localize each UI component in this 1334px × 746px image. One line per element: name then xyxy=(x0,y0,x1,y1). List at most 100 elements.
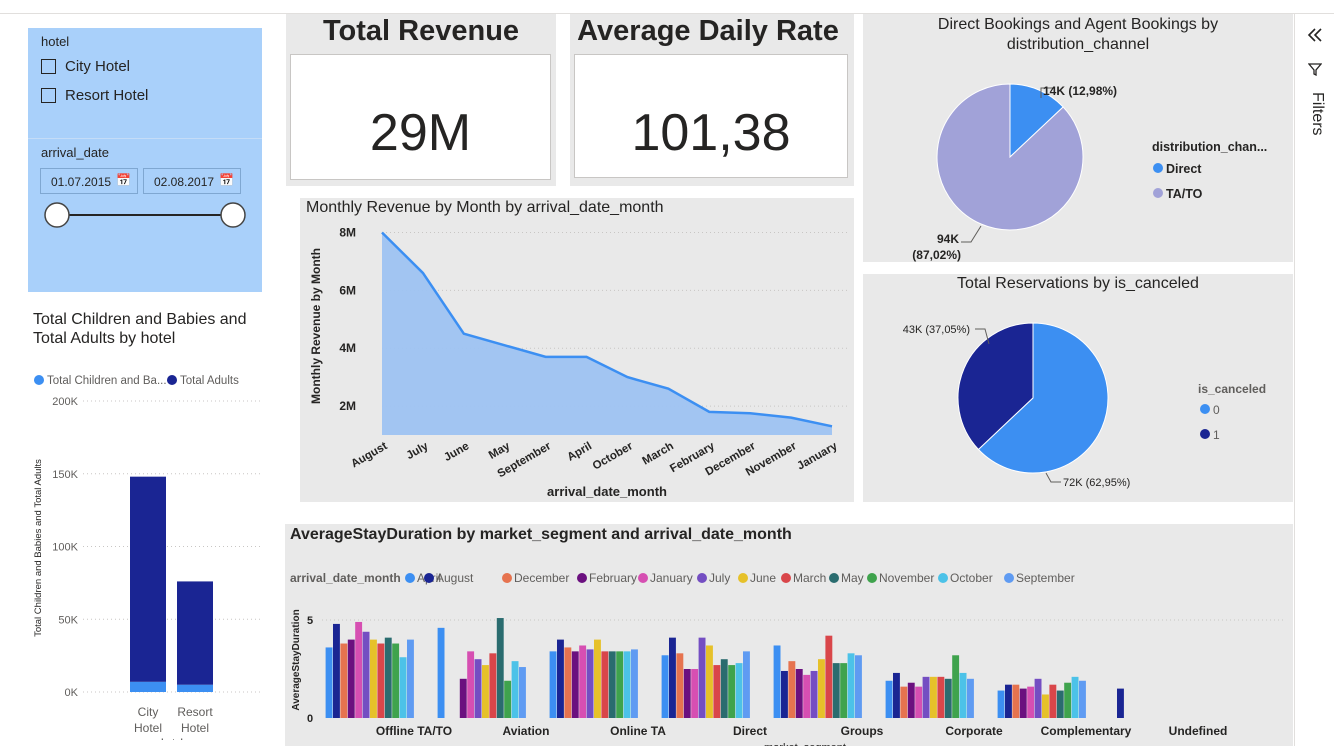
bar-offline-ta-to-november xyxy=(392,643,400,718)
legend-marker xyxy=(167,375,177,385)
distribution-channel-chart: Direct Bookings and Agent Bookings by di… xyxy=(863,14,1293,262)
option-city-hotel-label[interactable]: City Hotel xyxy=(65,58,130,75)
legend-marker xyxy=(405,573,415,583)
average-daily-rate-value: 101,38 xyxy=(631,104,791,162)
bar-direct-july xyxy=(698,637,706,718)
x-tick-label: Online TA xyxy=(610,724,666,738)
x-tick-label: April xyxy=(565,440,594,463)
y-tick-label: 2M xyxy=(339,399,356,413)
bar-online-ta-april xyxy=(549,651,557,718)
avg-stay-svg: arrival_date_monthAprilAugustDecemberFeb… xyxy=(290,571,1285,746)
start-date-input[interactable]: 01.07.2015 📅 xyxy=(40,168,138,194)
bar-complementary-january xyxy=(1027,686,1035,718)
filters-pane[interactable]: Filters xyxy=(1294,14,1334,746)
report-canvas: hotel City Hotel Resort Hotel arrival_da… xyxy=(0,14,1294,746)
bar-complementary-april xyxy=(997,690,1005,718)
x-tick-label: Corporate xyxy=(945,724,1003,738)
bar-complementary-march xyxy=(1049,684,1057,718)
bar-corporate-august xyxy=(893,672,900,718)
distribution-channel-svg: 14K (12,98%) 94K (87,02%) distribution_chan… xyxy=(912,83,1267,262)
bar-online-ta-september xyxy=(631,649,638,718)
bar-aviation-november xyxy=(504,680,512,718)
bar-aviation-july xyxy=(474,659,482,718)
y-tick-label: 100K xyxy=(52,542,78,554)
legend-label: May xyxy=(841,571,864,585)
bar-groups-march xyxy=(825,635,833,718)
legend-label: September xyxy=(1016,571,1075,585)
legend-label: August xyxy=(436,571,474,585)
average-daily-rate-box: 101,38 xyxy=(574,54,848,178)
bar-aviation-january xyxy=(467,651,475,718)
x-tick-label: City xyxy=(138,705,159,719)
calendar-icon[interactable]: 📅 xyxy=(219,173,234,187)
legend-marker xyxy=(424,573,434,583)
children-adults-svg: Total Children and Ba... Total Adults 0K 50… xyxy=(33,375,260,740)
slice-label-0: 72K (62,95%) xyxy=(1063,477,1130,489)
bar-online-ta-july xyxy=(586,649,594,718)
bar-groups-december xyxy=(788,661,796,718)
legend-marker xyxy=(1153,188,1163,198)
legend-label: TA/TO xyxy=(1166,187,1203,201)
monthly-revenue-svg: 2M4M6M8MAugust July June MaySeptember AprilO… xyxy=(309,225,848,499)
bar-aviation-may xyxy=(496,618,504,718)
funnel-icon[interactable] xyxy=(1308,62,1322,76)
x-tick-label: Groups xyxy=(841,724,884,738)
bar-online-ta-february xyxy=(571,651,579,718)
is-canceled-chart: Total Reservations by is_canceled 43K (3… xyxy=(863,274,1293,502)
x-axis-label: arrival_date_month xyxy=(547,484,667,499)
y-axis-label: Total Children and Babies and Total Adul… xyxy=(33,459,44,637)
x-tick-label: Resort xyxy=(177,705,213,719)
bar-direct-october xyxy=(735,663,743,718)
checkbox-resort-hotel[interactable] xyxy=(41,88,56,103)
bar-corporate-december xyxy=(900,686,908,718)
bar-aviation-june xyxy=(482,665,489,718)
double-chevron-left-icon[interactable] xyxy=(1306,26,1324,44)
legend-marker xyxy=(638,573,648,583)
bar-corporate-november xyxy=(952,655,960,718)
bar-direct-march xyxy=(713,665,721,718)
x-axis-label: market_segment xyxy=(764,742,846,746)
slider-start-handle[interactable] xyxy=(44,202,70,228)
calendar-icon[interactable]: 📅 xyxy=(116,173,131,187)
x-tick-label: Complementary xyxy=(1041,724,1132,738)
y-tick-label: 8M xyxy=(339,225,356,239)
bar-groups-january xyxy=(803,674,811,718)
legend-marker xyxy=(1200,404,1210,414)
legend-label: Total Adults xyxy=(180,375,239,387)
bar-complementary-december xyxy=(1012,684,1020,718)
legend-title: is_canceled xyxy=(1198,382,1266,396)
bar-corporate-march xyxy=(937,676,945,718)
bar-corporate-june xyxy=(930,676,937,718)
x-tick-label: Direct xyxy=(733,724,767,738)
total-revenue-box: 29M xyxy=(290,54,551,180)
bar-complementary-may xyxy=(1056,690,1064,718)
slice-label-1: 43K (37,05%) xyxy=(903,324,970,336)
is-canceled-svg: 43K (37,05%) 72K (62,95%) is_canceled 0 1 xyxy=(903,322,1266,489)
bar-direct-june xyxy=(706,645,713,718)
slider-end-handle[interactable] xyxy=(220,202,246,228)
bar-direct-may xyxy=(720,659,728,718)
bar-groups-june xyxy=(818,659,825,718)
legend-marker xyxy=(738,573,748,583)
bar-complementary-june xyxy=(1042,694,1049,718)
legend-label: March xyxy=(793,571,826,585)
legend-label: June xyxy=(750,571,776,585)
checkbox-city-hotel[interactable] xyxy=(41,59,56,74)
x-axis-label: hotel xyxy=(161,738,183,740)
bar-offline-ta-to-december xyxy=(340,643,348,718)
bar-offline-ta-to-february xyxy=(347,639,355,718)
legend-label: December xyxy=(514,571,569,585)
bar-complementary-february xyxy=(1019,688,1027,718)
option-resort-hotel-label[interactable]: Resort Hotel xyxy=(65,87,148,104)
bar-online-ta-january xyxy=(579,645,587,718)
end-date-input[interactable]: 02.08.2017 📅 xyxy=(143,168,241,194)
bar-corporate-september xyxy=(967,678,974,718)
filters-label-wrap[interactable]: Filters xyxy=(1304,86,1328,156)
bar-offline-ta-to-january xyxy=(355,621,363,718)
x-tick-label: June xyxy=(442,440,471,464)
y-axis-label: AverageStayDuration xyxy=(291,609,302,710)
date-range-slider[interactable] xyxy=(28,194,262,234)
bar-aviation-february xyxy=(459,678,467,718)
start-date-value: 01.07.2015 xyxy=(51,175,112,189)
bar-corporate-april xyxy=(885,680,893,718)
